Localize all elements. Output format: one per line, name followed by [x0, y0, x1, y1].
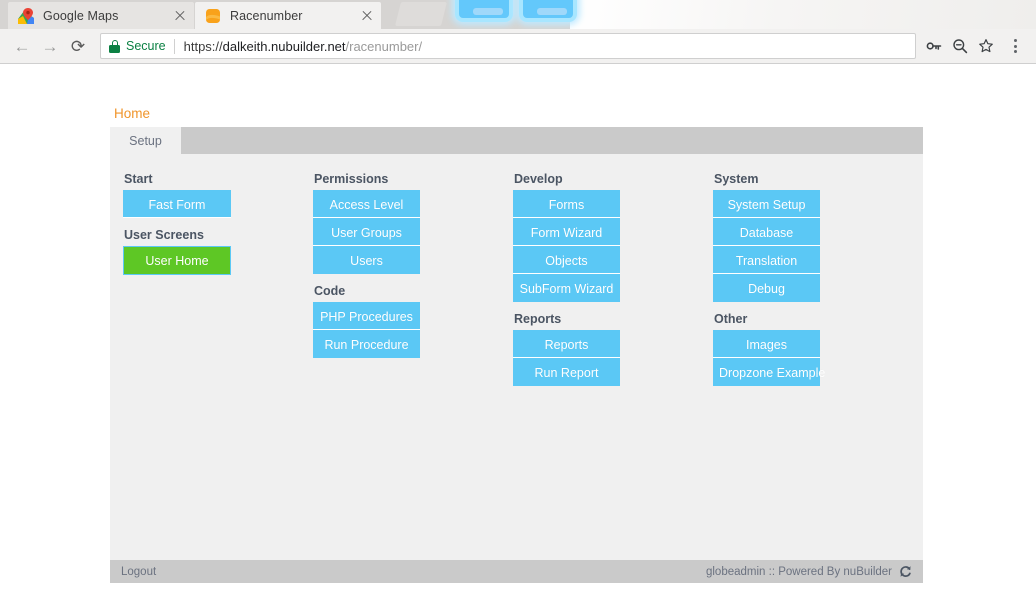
address-bar[interactable]: Secure https://dalkeith.nubuilder.net/ra…: [100, 33, 916, 59]
button-run-report[interactable]: Run Report: [513, 358, 620, 386]
button-translation[interactable]: Translation: [713, 246, 820, 274]
column-permissions: Permissions Access Level User Groups Use…: [313, 171, 513, 386]
url-host: dalkeith.nubuilder.net: [222, 38, 346, 54]
omnibox-divider: [173, 38, 175, 54]
url-path: /racenumber/: [345, 38, 423, 54]
forward-icon[interactable]: →: [36, 32, 64, 60]
close-icon[interactable]: [172, 8, 188, 24]
browser-window: Google Maps Racenumber ← → ⟳ Secure http…: [0, 0, 1036, 597]
menu-grid: Start Fast Form User Screens User Home P…: [110, 154, 923, 386]
button-user-home[interactable]: User Home: [123, 246, 231, 275]
group-title-user-screens: User Screens: [124, 228, 204, 242]
group-title-reports: Reports: [514, 312, 562, 326]
page-viewport: Home Setup Start Fast Form User Screens …: [0, 65, 1036, 597]
group-title-other: Other: [714, 312, 748, 326]
button-user-groups[interactable]: User Groups: [313, 218, 420, 246]
button-subform-wizard[interactable]: SubForm Wizard: [513, 274, 620, 302]
form-tabbar: Setup: [110, 127, 923, 154]
button-fast-form[interactable]: Fast Form: [123, 190, 231, 218]
statusbar-credit-label: globeadmin :: Powered By nuBuilder: [705, 565, 892, 578]
url-scheme: https://: [183, 38, 223, 54]
column-start: Start Fast Form User Screens User Home: [110, 171, 313, 386]
button-reports[interactable]: Reports: [513, 330, 620, 358]
button-run-procedure[interactable]: Run Procedure: [313, 330, 420, 358]
button-users[interactable]: Users: [313, 246, 420, 274]
breadcrumb[interactable]: Home: [114, 106, 150, 121]
browser-tab-racenumber[interactable]: Racenumber: [195, 2, 381, 29]
password-key-icon[interactable]: [922, 34, 946, 58]
url-text: https://dalkeith.nubuilder.net/racenumbe…: [184, 39, 423, 54]
button-images[interactable]: Images: [713, 330, 820, 358]
app-panel: Setup Start Fast Form User Screens User …: [110, 127, 923, 580]
lock-icon: [109, 39, 120, 53]
group-title-permissions: Permissions: [314, 172, 389, 186]
statusbar: Logout globeadmin :: Powered By nuBuilde…: [110, 560, 923, 583]
column-system: System System Setup Database Translation…: [713, 171, 913, 386]
browser-tab-title: Racenumber: [230, 8, 303, 23]
browser-tabstrip: Google Maps Racenumber: [0, 0, 1036, 29]
group-title-code: Code: [314, 284, 346, 298]
racenumber-favicon: [205, 8, 221, 24]
bookmark-star-icon[interactable]: [974, 34, 998, 58]
tab-drag-preview-artifact: [455, 0, 577, 22]
refresh-icon[interactable]: [899, 565, 912, 578]
omnibox-actions: [922, 34, 1000, 58]
close-icon[interactable]: [359, 8, 375, 24]
drag-artifact-shape: [519, 0, 577, 22]
zoom-out-icon[interactable]: [948, 34, 972, 58]
reload-icon[interactable]: ⟳: [64, 32, 92, 60]
button-debug[interactable]: Debug: [713, 274, 820, 302]
tabstrip-background-tab-shape: [395, 2, 447, 26]
statusbar-credit-area: globeadmin :: Powered By nuBuilder: [706, 565, 912, 578]
tabstrip-empty-area: [570, 0, 1036, 29]
tab-setup[interactable]: Setup: [110, 127, 181, 154]
browser-tab-title: Google Maps: [43, 8, 119, 23]
button-php-procedures[interactable]: PHP Procedures: [313, 302, 420, 330]
drag-artifact-shape: [455, 0, 513, 22]
browser-toolbar: ← → ⟳ Secure https://dalkeith.nubuilder.…: [0, 29, 1036, 64]
button-objects[interactable]: Objects: [513, 246, 620, 274]
security-status-label: Secure: [126, 39, 166, 53]
three-dot-menu-icon[interactable]: [1002, 32, 1028, 60]
group-title-develop: Develop: [514, 172, 563, 186]
logout-link[interactable]: Logout: [121, 566, 156, 578]
google-maps-favicon: [18, 7, 34, 24]
column-develop: Develop Forms Form Wizard Objects SubFor…: [513, 171, 713, 386]
button-database[interactable]: Database: [713, 218, 820, 246]
browser-tab-google-maps[interactable]: Google Maps: [8, 2, 194, 29]
button-form-wizard[interactable]: Form Wizard: [513, 218, 620, 246]
button-system-setup[interactable]: System Setup: [713, 190, 820, 218]
button-dropzone-example[interactable]: Dropzone Example: [713, 358, 825, 386]
group-title-start: Start: [124, 172, 153, 186]
button-forms[interactable]: Forms: [513, 190, 620, 218]
group-title-system: System: [714, 172, 759, 186]
back-icon[interactable]: ←: [8, 32, 36, 60]
button-access-level[interactable]: Access Level: [313, 190, 420, 218]
